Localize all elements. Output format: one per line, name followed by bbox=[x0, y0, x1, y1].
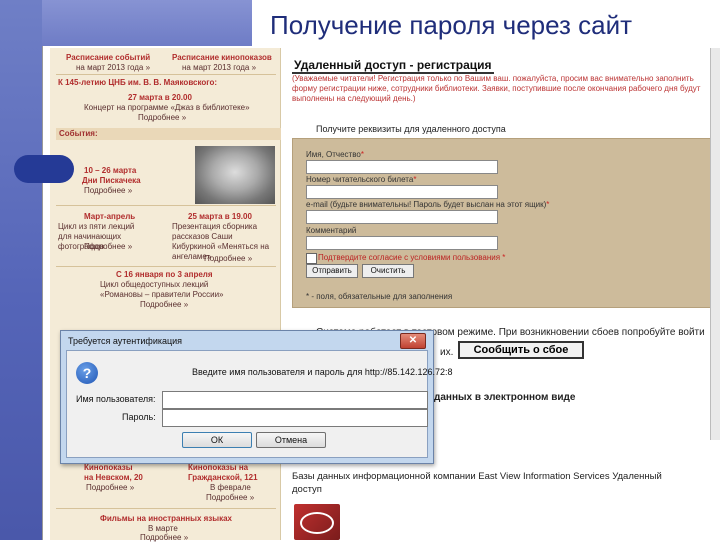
test-mode-text-2: их. bbox=[440, 347, 454, 358]
schedule-cinema-sub[interactable]: на март 2013 года » bbox=[182, 63, 256, 73]
auth-dialog-title: Требуется аутентификация bbox=[68, 336, 183, 346]
cinema1-more-link[interactable]: Подробнее » bbox=[86, 483, 134, 493]
page-scrollbar[interactable] bbox=[710, 48, 720, 440]
registration-notice: (Уважаемые читатели! Регистрация только … bbox=[292, 74, 701, 103]
report-failure-button[interactable]: Сообщить о сбое bbox=[458, 341, 584, 359]
events-heading: События: bbox=[56, 128, 281, 140]
slide-left-band bbox=[0, 0, 42, 540]
portrait-image bbox=[195, 146, 275, 204]
card-number-input[interactable] bbox=[306, 185, 498, 199]
comment-input[interactable] bbox=[306, 236, 498, 250]
field-comment-label: Комментарий bbox=[306, 226, 357, 235]
event3-date: Март-апрель bbox=[84, 212, 136, 221]
field-card-label: Номер читательского билета* bbox=[306, 175, 417, 184]
cinema2-sub: В феврале bbox=[210, 483, 251, 492]
auth-dialog-message: Введите имя пользователя и пароль для ht… bbox=[192, 367, 453, 377]
schedule-events-sub[interactable]: на март 2013 года » bbox=[76, 63, 150, 73]
get-requisites-text: Получите реквизиты для удаленного доступ… bbox=[316, 124, 506, 134]
event4-more-link[interactable]: Подробнее » bbox=[204, 254, 252, 264]
close-icon[interactable]: ✕ bbox=[400, 333, 426, 349]
anniversary-heading: К 145-летию ЦНБ им. В. В. Маяковского: bbox=[58, 78, 218, 87]
electronic-data-link[interactable]: данных в электронном виде bbox=[434, 392, 575, 403]
schedule-events-link[interactable]: Расписание событий bbox=[66, 53, 150, 63]
password-label: Пароль: bbox=[122, 412, 156, 422]
eastview-text[interactable]: Базы данных информационной компании East… bbox=[292, 470, 692, 496]
event1-date: 27 марта в 20.00 bbox=[128, 93, 192, 102]
send-button[interactable]: Отправить bbox=[306, 264, 358, 278]
username-input[interactable] bbox=[162, 391, 428, 409]
registration-title: Удаленный доступ - регистрация bbox=[292, 58, 494, 74]
slide-title: Получение пароля через сайт bbox=[270, 10, 633, 40]
field-name-label: Имя, Отчество* bbox=[306, 150, 364, 159]
event5-date: С 16 января по 3 апреля bbox=[116, 270, 213, 279]
slide-top-band bbox=[42, 0, 252, 48]
sidebar-divider bbox=[56, 508, 276, 509]
required-note: * - поля, обязательные для заполнения bbox=[306, 292, 453, 301]
sidebar-divider bbox=[56, 205, 276, 206]
agree-checkbox[interactable] bbox=[306, 253, 317, 264]
event2-name: Дни Пискачека bbox=[82, 176, 141, 185]
event5-more-link[interactable]: Подробнее » bbox=[140, 300, 188, 310]
cancel-button[interactable]: Отмена bbox=[256, 432, 326, 448]
name-input[interactable] bbox=[306, 160, 498, 174]
event2-date: 10 – 26 марта bbox=[84, 166, 137, 175]
sidebar-divider bbox=[56, 74, 276, 75]
event1-more-link[interactable]: Подробнее » bbox=[138, 113, 186, 123]
password-input[interactable] bbox=[162, 409, 428, 427]
slide-bullet bbox=[14, 155, 74, 183]
cinema2-more-link[interactable]: Подробнее » bbox=[206, 493, 254, 503]
event4-date: 25 марта в 19.00 bbox=[188, 212, 252, 221]
cinema1-link[interactable]: Кинопоказы на Невском, 20 bbox=[84, 463, 144, 483]
field-email-label: e-mail (будьте внимательны! Пароль будет… bbox=[306, 200, 550, 209]
event1-desc: Концерт на программе «Джаз в библиотеке» bbox=[84, 103, 250, 112]
username-label: Имя пользователя: bbox=[76, 394, 156, 404]
schedule-cinema-link[interactable]: Расписание кинопоказов bbox=[172, 53, 272, 63]
event5-desc: Цикл общедоступных лекций «Романовы – пр… bbox=[100, 280, 224, 299]
cinema2-link[interactable]: Кинопоказы на Гражданской, 121 bbox=[188, 463, 268, 483]
email-input[interactable] bbox=[306, 210, 498, 224]
event2-more-link[interactable]: Подробнее » bbox=[84, 186, 132, 196]
agree-label: Подтвердите согласие с условиями пользов… bbox=[318, 253, 506, 262]
films-more-link[interactable]: Подробнее » bbox=[140, 533, 188, 543]
sidebar-divider bbox=[56, 266, 276, 267]
films-foreign-link[interactable]: Фильмы на иностранных языках bbox=[100, 514, 232, 524]
question-icon: ? bbox=[76, 362, 98, 384]
event3-more-link[interactable]: Подробнее » bbox=[84, 242, 132, 252]
ok-button[interactable]: ОК bbox=[182, 432, 252, 448]
eastview-logo bbox=[294, 504, 340, 540]
clear-button[interactable]: Очистить bbox=[362, 264, 414, 278]
